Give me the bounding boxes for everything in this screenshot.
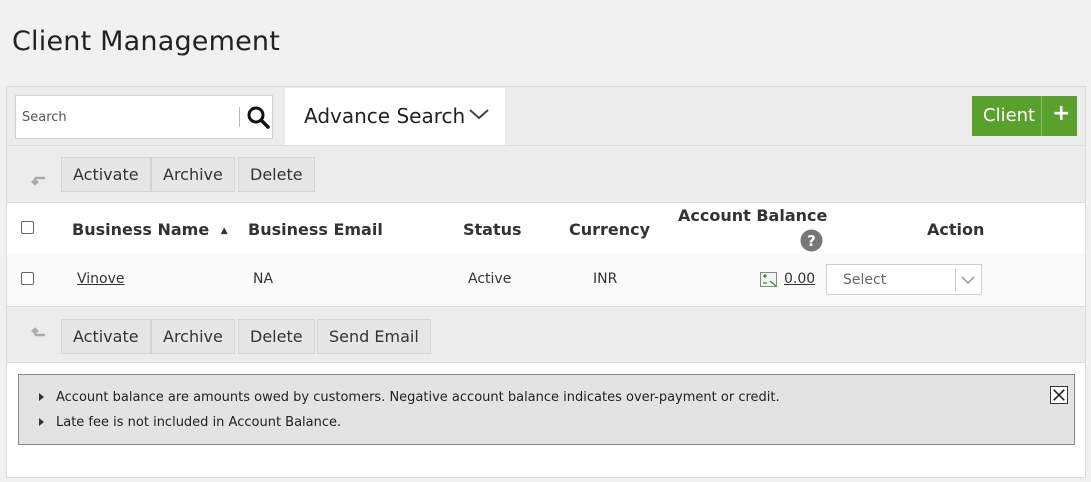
business-name-link[interactable]: Vinove <box>77 271 125 287</box>
table-header: Business Name ▲ Business Email Status Cu… <box>7 204 1085 254</box>
column-action: Action <box>927 220 985 239</box>
select-divider <box>955 269 956 291</box>
status-cell: Active <box>468 271 512 287</box>
chevron-down-icon <box>469 109 489 120</box>
business-name-header: Business Name <box>72 220 210 239</box>
chevron-down-icon <box>961 276 975 285</box>
client-button-label: Client <box>983 105 1036 126</box>
arrow-up-left-icon <box>31 327 45 337</box>
arrow-down-left-icon <box>31 176 45 186</box>
info-line: Late fee is not included in Account Bala… <box>39 415 341 430</box>
info-line: Account balance are amounts owed by cust… <box>39 390 780 405</box>
caret-right-icon <box>39 417 44 426</box>
column-account-balance: Account Balance <box>678 206 828 225</box>
search-box <box>15 95 273 139</box>
search-divider <box>239 107 240 127</box>
bulk-actions-bottom: Activate Archive Delete Send Email <box>7 306 1085 363</box>
info-text: Account balance are amounts owed by cust… <box>56 390 780 405</box>
action-select[interactable]: Select <box>826 264 982 295</box>
plus-icon: + <box>1052 101 1071 126</box>
client-button-divider <box>1041 96 1042 136</box>
action-select-value: Select <box>843 272 887 288</box>
column-currency: Currency <box>569 220 651 239</box>
column-status: Status <box>463 220 522 239</box>
close-icon[interactable] <box>1050 386 1068 404</box>
archive-button-top[interactable]: Archive <box>151 157 235 192</box>
send-email-button[interactable]: Send Email <box>317 319 431 354</box>
svg-text:?: ? <box>807 232 816 250</box>
activate-button-bottom[interactable]: Activate <box>61 319 151 354</box>
help-icon[interactable]: ? <box>800 229 823 252</box>
archive-button-bottom[interactable]: Archive <box>151 319 235 354</box>
currency-cell: INR <box>593 271 618 287</box>
select-all-checkbox[interactable] <box>21 221 34 234</box>
account-balance-link[interactable]: 0.00 <box>784 271 815 287</box>
row-checkbox[interactable] <box>21 272 34 285</box>
balance-icon[interactable] <box>760 272 777 287</box>
bulk-actions-top: Activate Archive Delete <box>7 146 1085 203</box>
activate-button-top[interactable]: Activate <box>61 157 151 192</box>
column-business-name[interactable]: Business Name ▲ <box>72 220 228 239</box>
advance-search-toggle[interactable]: Advance Search <box>285 88 505 145</box>
info-notice: Account balance are amounts owed by cust… <box>18 374 1075 445</box>
advance-search-label: Advance Search <box>304 104 466 128</box>
add-client-button[interactable]: Client + <box>972 96 1077 136</box>
table-row: Vinove NA Active INR 0.00 Select <box>7 254 1085 306</box>
search-input[interactable] <box>16 96 238 138</box>
info-text: Late fee is not included in Account Bala… <box>56 415 342 430</box>
sort-asc-icon: ▲ <box>220 226 228 236</box>
caret-right-icon <box>39 392 44 401</box>
column-business-email: Business Email <box>248 220 383 239</box>
delete-button-top[interactable]: Delete <box>238 157 315 192</box>
client-panel: Advance Search Client + Activate Archive… <box>6 86 1086 478</box>
search-icon[interactable] <box>246 105 270 129</box>
business-email-cell: NA <box>253 271 274 287</box>
delete-button-bottom[interactable]: Delete <box>238 319 315 354</box>
toolbar: Advance Search Client + <box>7 87 1085 146</box>
page-title: Client Management <box>12 26 281 57</box>
